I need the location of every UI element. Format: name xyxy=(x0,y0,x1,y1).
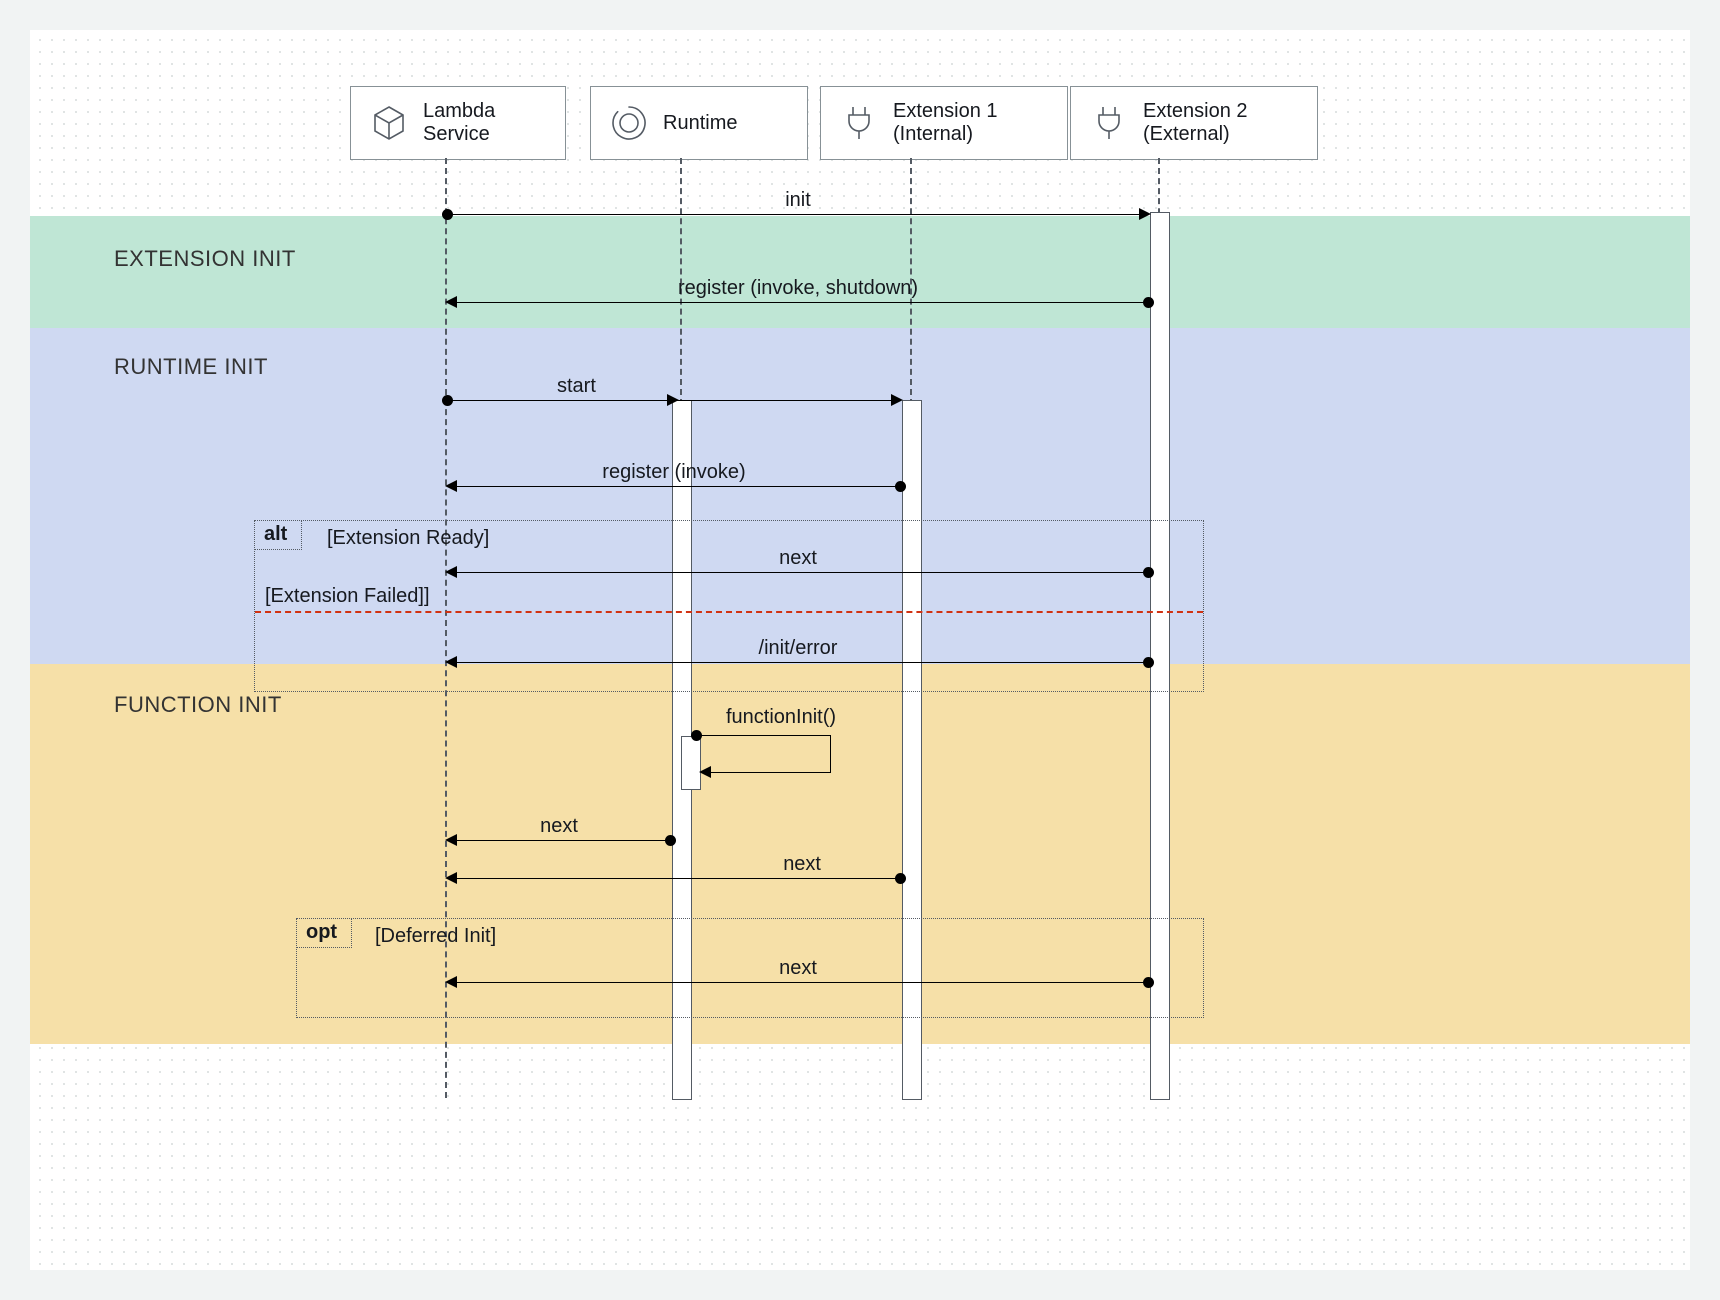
msg-label: register (invoke) xyxy=(602,461,745,484)
fragment-alt: alt [Extension Ready] [Extension Failed]… xyxy=(254,520,1204,692)
participant-runtime: Runtime xyxy=(590,86,808,160)
alt-divider xyxy=(255,611,1203,613)
spinner-icon xyxy=(609,103,649,143)
msg-start: start xyxy=(447,380,901,404)
participant-label: Lambda Service xyxy=(423,100,495,146)
guard-deferred: [Deferred Init] xyxy=(375,925,496,948)
msg-functioninit: functionInit() xyxy=(691,730,831,780)
participant-label: Runtime xyxy=(663,112,737,135)
msg-label: start xyxy=(557,375,596,398)
participant-lambda: Lambda Service xyxy=(350,86,566,160)
cube-icon xyxy=(369,103,409,143)
msg-next-runtime: next xyxy=(447,820,671,844)
fragment-tag: alt xyxy=(254,520,302,550)
guard-ready: [Extension Ready] xyxy=(327,527,489,550)
phase-label-function: FUNCTION INIT xyxy=(114,692,282,718)
msg-next-ext1: next xyxy=(447,858,901,882)
diagram-canvas: EXTENSION INIT RUNTIME INIT FUNCTION INI… xyxy=(30,30,1690,1270)
phase-label-extension: EXTENSION INIT xyxy=(114,246,296,272)
msg-label: init xyxy=(785,189,811,212)
fragment-opt: opt [Deferred Init] xyxy=(296,918,1204,1018)
plug-icon xyxy=(839,103,879,143)
msg-label: register (invoke, shutdown) xyxy=(678,277,918,300)
participant-ext1: Extension 1 (Internal) xyxy=(820,86,1068,160)
msg-register-ext2: register (invoke, shutdown) xyxy=(447,282,1149,306)
participant-label: Extension 1 (Internal) xyxy=(893,100,998,146)
participant-ext2: Extension 2 (External) xyxy=(1070,86,1318,160)
fragment-tag: opt xyxy=(296,918,352,948)
phase-label-runtime: RUNTIME INIT xyxy=(114,354,268,380)
participant-label: Extension 2 (External) xyxy=(1143,100,1248,146)
guard-failed: [Extension Failed]] xyxy=(265,585,430,608)
msg-label: functionInit() xyxy=(726,706,836,729)
msg-init: init xyxy=(447,194,1149,218)
msg-label: next xyxy=(783,853,821,876)
msg-label: next xyxy=(540,815,578,838)
msg-register-ext1: register (invoke) xyxy=(447,466,901,490)
plug-icon xyxy=(1089,103,1129,143)
phase-extension-init xyxy=(30,216,1690,328)
